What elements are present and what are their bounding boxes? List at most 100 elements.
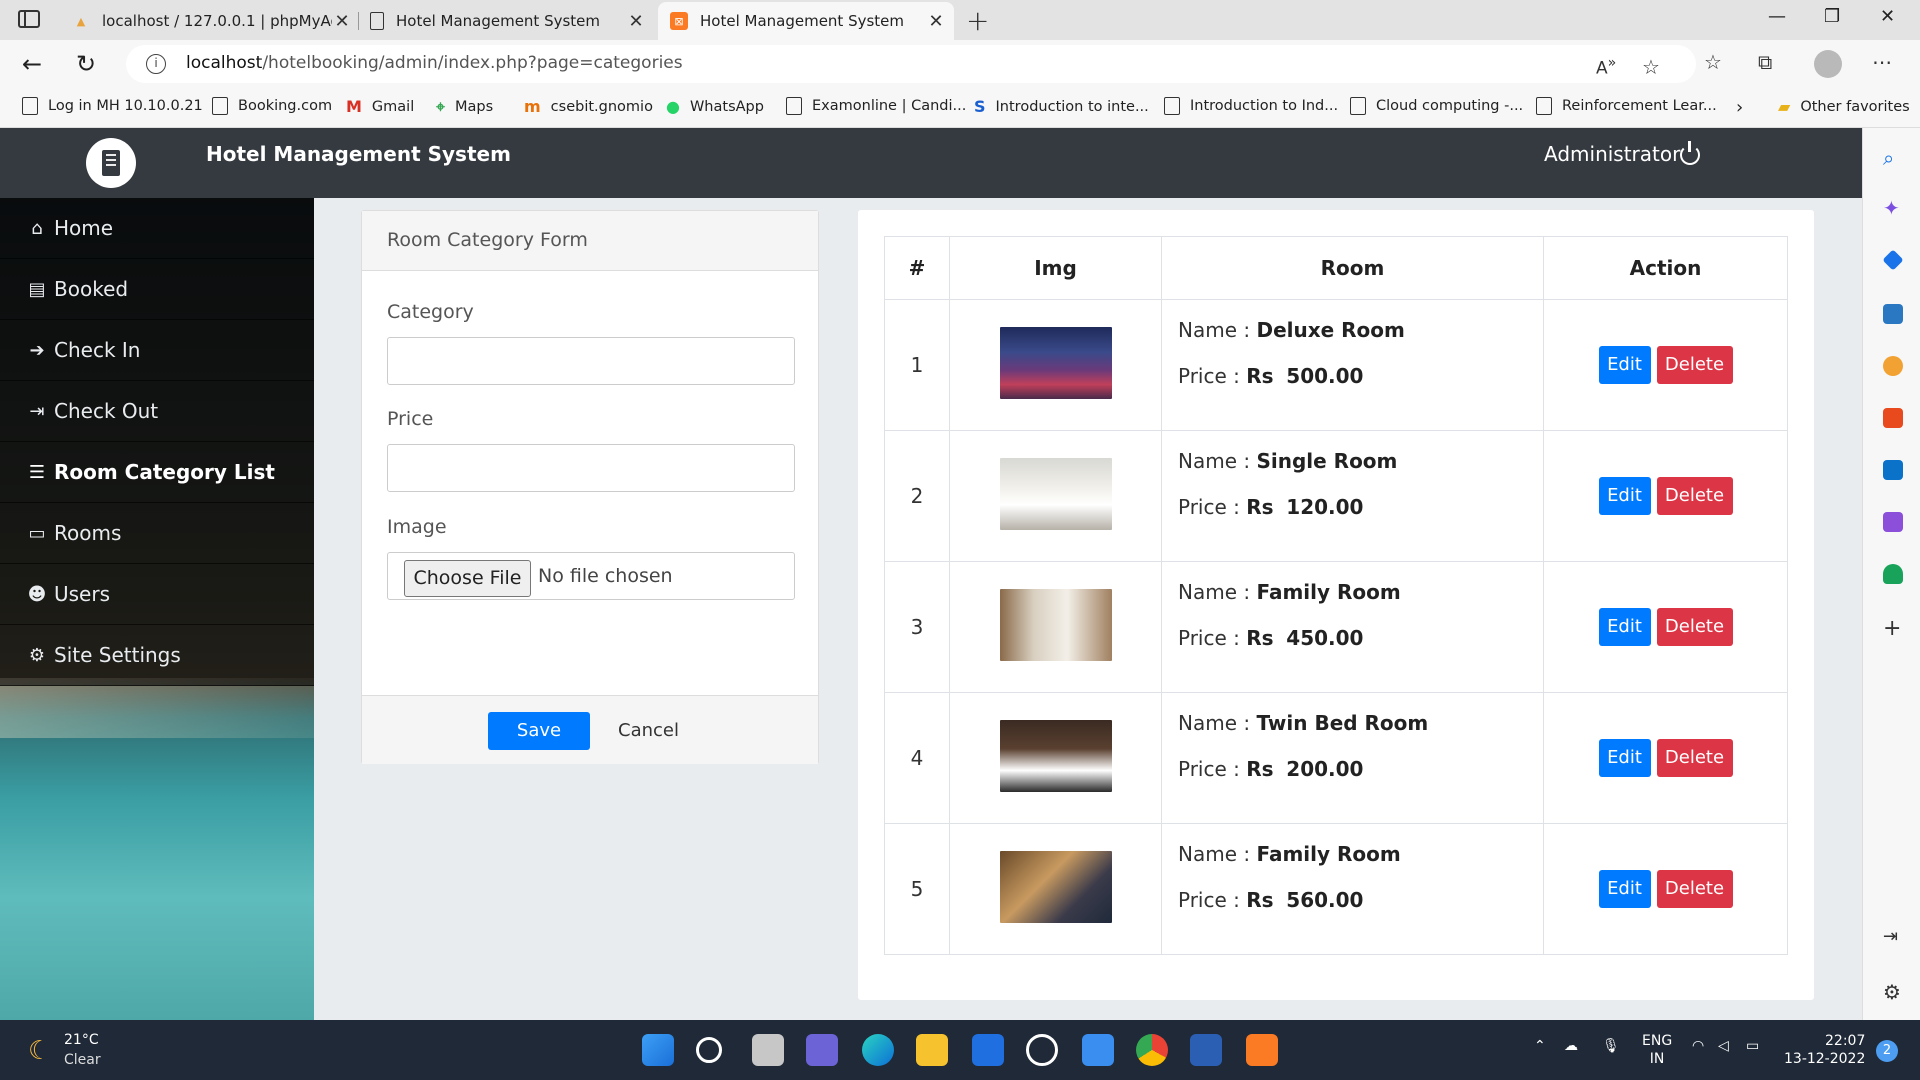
url-text: localhost/hotelbooking/admin/index.php?p… [186, 53, 683, 73]
sign-in-icon: ➔ [29, 339, 45, 361]
more-icon[interactable]: ⋯ [1872, 50, 1892, 74]
bookmark-item[interactable]: Reinforcement Lear... [1536, 97, 1717, 115]
category-input[interactable] [387, 337, 795, 385]
task-view-icon[interactable] [752, 1034, 784, 1066]
form-footer: Save Cancel [362, 695, 818, 764]
sidebar-item-users[interactable]: ☻ Users [0, 564, 314, 625]
wifi-icon[interactable]: ◠ [1692, 1038, 1704, 1054]
delete-button[interactable]: Delete [1656, 608, 1733, 646]
bookmark-item[interactable]: Cloud computing -... [1350, 97, 1523, 115]
cancel-button[interactable]: Cancel [618, 720, 679, 741]
clock[interactable]: 22:07 13-12-2022 [1784, 1032, 1865, 1068]
tab-phpmyadmin[interactable]: ▲ localhost / 127.0.0.1 | phpMyAdmin ✕ [72, 2, 352, 40]
sign-out-icon: ⇥ [29, 400, 45, 422]
sidebar-item-room-category-list[interactable]: ☰ Room Category List [0, 442, 314, 503]
battery-icon[interactable]: ▭ [1746, 1038, 1759, 1054]
tree-icon[interactable] [1883, 564, 1903, 584]
edge-icon[interactable] [862, 1034, 894, 1066]
start-icon[interactable] [642, 1034, 674, 1066]
image-file-input: Choose File No file chosen [387, 552, 795, 600]
tab-actions-icon[interactable] [18, 10, 40, 28]
admin-name[interactable]: Administrator [1544, 142, 1680, 166]
chevron-up-icon[interactable]: ⌃ [1534, 1038, 1546, 1054]
games-icon[interactable] [1883, 356, 1903, 376]
close-icon[interactable]: ✕ [626, 11, 646, 32]
save-button[interactable]: Save [488, 712, 590, 750]
address-bar: ← ↻ i localhost/hotelbooking/admin/index… [0, 40, 1920, 88]
sidebar-item-check-out[interactable]: ⇥ Check Out [0, 381, 314, 442]
list-icon: ☰ [28, 461, 46, 483]
github-icon[interactable] [1026, 1034, 1058, 1066]
new-tab-button[interactable]: + [966, 4, 989, 37]
file-explorer-icon[interactable] [916, 1034, 948, 1066]
close-icon[interactable]: ✕ [332, 11, 352, 32]
settings-icon[interactable]: ⚙ [1883, 980, 1903, 1004]
bookmark-item[interactable]: ● WhatsApp [666, 97, 764, 116]
delete-button[interactable]: Delete [1656, 346, 1733, 384]
word-icon[interactable] [1190, 1034, 1222, 1066]
cloud-icon[interactable]: ☁ [1564, 1038, 1578, 1054]
notification-badge[interactable]: 2 [1876, 1040, 1898, 1062]
back-icon[interactable]: ← [22, 50, 42, 78]
close-window-icon[interactable]: ✕ [1880, 6, 1895, 27]
restore-icon[interactable]: ❐ [1824, 6, 1840, 27]
sidebar-item-booked[interactable]: ▤ Booked [0, 259, 314, 320]
edit-button[interactable]: Edit [1598, 608, 1651, 646]
read-aloud-icon[interactable]: A» [1596, 55, 1616, 79]
tools-icon[interactable] [1883, 304, 1903, 324]
price-input[interactable] [387, 444, 795, 492]
xampp-taskbar-icon[interactable] [1246, 1034, 1278, 1066]
sidebar-item-check-in[interactable]: ➔ Check In [0, 320, 314, 381]
discover-icon[interactable]: ✦ [1883, 196, 1903, 220]
profile-avatar[interactable] [1814, 50, 1842, 78]
bookmark-item[interactable]: S Introduction to inte... [974, 97, 1149, 116]
sidebar-item-site-settings[interactable]: ⚙ Site Settings [0, 625, 314, 686]
refresh-icon[interactable]: ↻ [76, 50, 96, 78]
sidebar-item-home[interactable]: ⌂ Home [0, 198, 314, 259]
other-favorites[interactable]: ▰ Other favorites [1778, 97, 1910, 116]
tab-hotel-1[interactable]: Hotel Management System ✕ [370, 2, 646, 40]
microphone-icon[interactable]: 🎙 [1602, 1038, 1620, 1054]
delete-button[interactable]: Delete [1656, 477, 1733, 515]
bookmark-item[interactable]: Examonline | Candi... [786, 97, 966, 115]
chevron-right-icon[interactable]: › [1736, 97, 1743, 118]
edit-button[interactable]: Edit [1598, 739, 1651, 777]
delete-button[interactable]: Delete [1656, 870, 1733, 908]
volume-icon[interactable]: ◁ [1718, 1038, 1729, 1054]
tab-hotel-active[interactable]: ⊠ Hotel Management System ✕ [658, 2, 954, 40]
delete-button[interactable]: Delete [1656, 739, 1733, 777]
edit-button[interactable]: Edit [1598, 346, 1651, 384]
bookmark-item[interactable]: ⌖ Maps [436, 97, 493, 117]
hide-sidebar-icon[interactable]: ⇥ [1883, 926, 1903, 947]
bookmark-item[interactable]: Introduction to Ind... [1164, 97, 1338, 115]
mail-icon[interactable] [1082, 1034, 1114, 1066]
sidebar-item-rooms[interactable]: ▭ Rooms [0, 503, 314, 564]
shopping-icon[interactable] [1882, 249, 1904, 271]
choose-file-button[interactable]: Choose File [404, 560, 531, 597]
edit-button[interactable]: Edit [1598, 870, 1651, 908]
collections-icon[interactable]: ⧉ [1758, 50, 1772, 74]
dropbox-icon[interactable] [972, 1034, 1004, 1066]
office-icon[interactable] [1883, 408, 1903, 428]
minimize-icon[interactable]: — [1768, 6, 1786, 27]
add-icon[interactable]: + [1883, 616, 1903, 641]
favorites-icon[interactable]: ☆ [1704, 50, 1722, 74]
bookmark-item[interactable]: Log in MH 10.10.0.21 [22, 97, 203, 115]
url-field[interactable]: i localhost/hotelbooking/admin/index.php… [126, 45, 1696, 83]
outlook-icon[interactable] [1883, 460, 1903, 480]
chrome-icon[interactable] [1136, 1034, 1168, 1066]
language-indicator[interactable]: ENG IN [1642, 1032, 1672, 1068]
power-icon[interactable] [1680, 141, 1700, 165]
bookmark-item[interactable]: M Gmail [346, 97, 414, 116]
edit-button[interactable]: Edit [1598, 477, 1651, 515]
image-label: Image [387, 516, 447, 538]
bookmark-item[interactable]: m csebit.gnomio [524, 97, 653, 116]
search-icon[interactable]: ⌕ [1883, 146, 1903, 170]
bookmark-item[interactable]: Booking.com [212, 97, 332, 115]
close-icon[interactable]: ✕ [926, 11, 946, 32]
teams-icon[interactable] [806, 1034, 838, 1066]
search-taskbar-icon[interactable] [696, 1037, 722, 1063]
add-favorite-icon[interactable]: ☆ [1642, 55, 1660, 79]
info-icon[interactable]: i [146, 54, 166, 74]
designer-icon[interactable] [1883, 512, 1903, 532]
